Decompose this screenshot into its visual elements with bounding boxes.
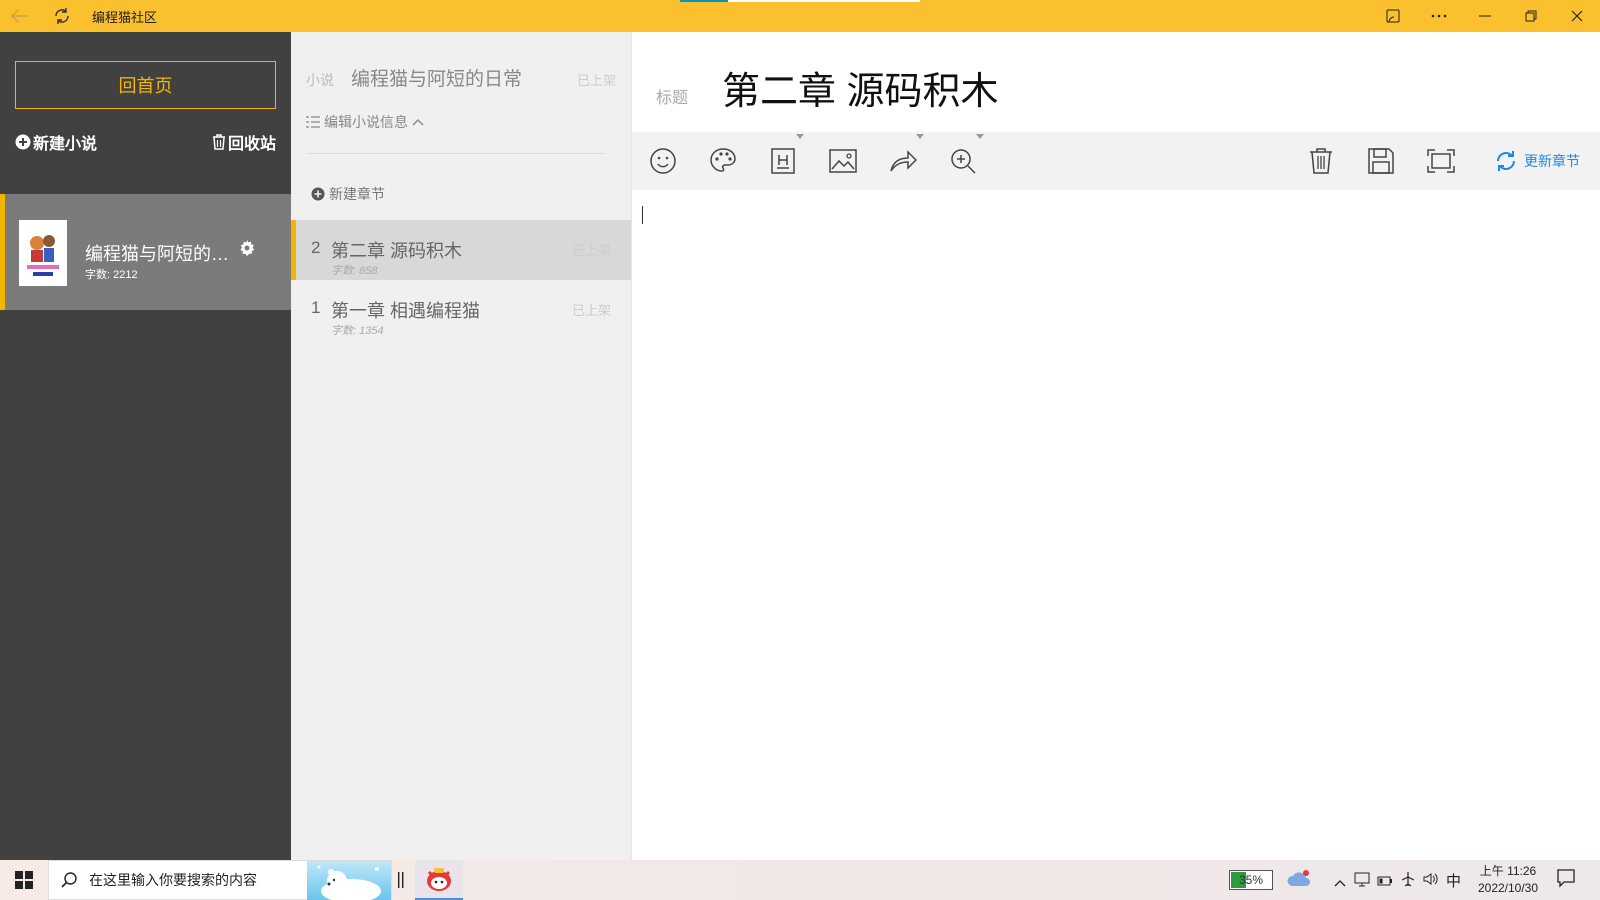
volume-icon[interactable] — [1422, 871, 1438, 892]
clock-date: 2022/10/30 — [1477, 881, 1539, 895]
minimize-icon[interactable] — [1462, 0, 1508, 32]
chapter-number: 1 — [311, 298, 321, 317]
recycle-bin-label: 回收站 — [227, 136, 276, 153]
panel-divider — [306, 153, 606, 154]
taskbar-search-input[interactable]: 在这里输入你要搜索的内容 — [48, 860, 392, 900]
recycle-bin-button[interactable]: 回收站 — [212, 130, 276, 154]
novel-cover-image — [19, 220, 67, 286]
heading-icon[interactable] — [758, 132, 808, 190]
sync-icon — [1497, 151, 1515, 171]
novel-sidebar: 回首页 新建小说 回收站 编程猫与阿短的日常 字数: 2212 — [0, 32, 291, 860]
home-button[interactable]: 回首页 — [15, 61, 276, 109]
novel-status: 已上架 — [576, 73, 616, 88]
restore-icon[interactable] — [1508, 0, 1554, 32]
task-view-icon[interactable] — [398, 872, 404, 893]
weather-cloud-icon[interactable] — [1286, 868, 1312, 895]
cast-icon[interactable] — [1370, 0, 1416, 32]
chevron-up-icon — [412, 119, 424, 126]
edit-novel-info-label: 编辑小说信息 — [324, 114, 408, 130]
chapter-word-count: 字数: 1354 — [331, 325, 384, 337]
chapter-title-input[interactable]: 第二章 源码积木 — [722, 60, 999, 115]
new-novel-button[interactable]: 新建小说 — [15, 130, 97, 154]
notification-icon[interactable] — [1556, 868, 1576, 893]
update-chapter-button[interactable]: 更新章节 — [1494, 132, 1580, 190]
new-chapter-label: 新建章节 — [329, 186, 385, 202]
chevron-up-icon[interactable] — [1334, 874, 1346, 892]
panel-novel-title: 编程猫与阿短的日常 — [351, 69, 523, 90]
palette-icon[interactable] — [698, 132, 748, 190]
plus-circle-icon — [311, 187, 325, 201]
refresh-icon[interactable] — [42, 0, 82, 32]
search-icon — [61, 872, 77, 888]
title-accent-strip — [680, 0, 920, 2]
delete-icon[interactable] — [1296, 132, 1346, 190]
close-icon[interactable] — [1554, 0, 1600, 32]
novel-title: 编程猫与阿短的日常 — [85, 244, 235, 264]
share-icon[interactable] — [878, 132, 928, 190]
battery-percent: 35% — [1238, 873, 1264, 887]
chapter-title: 第一章 相遇编程猫 — [331, 301, 481, 321]
back-arrow-icon[interactable] — [0, 0, 40, 32]
new-chapter-button[interactable]: 新建章节 — [311, 184, 385, 204]
save-icon[interactable] — [1356, 132, 1406, 190]
novel-word-count: 字数: 2212 — [85, 269, 138, 281]
edit-novel-info-toggle[interactable]: 编辑小说信息 — [306, 112, 424, 132]
battery-tray-icon[interactable] — [1377, 873, 1393, 891]
more-icon[interactable] — [1416, 0, 1462, 32]
app-title: 编程猫社区 — [92, 9, 158, 25]
windows-start-icon[interactable] — [0, 860, 48, 900]
chapter-editor: 标题 第二章 源码积木 更新章节 — [631, 32, 1600, 860]
chapter-title: 第二章 源码积木 — [331, 241, 463, 261]
chapter-row[interactable]: 2 第二章 源码积木 字数: 858 已上架 — [291, 220, 631, 280]
chapter-row[interactable]: 1 第一章 相遇编程猫 字数: 1354 已上架 — [291, 280, 631, 340]
ime-indicator[interactable]: 中 — [1446, 870, 1461, 891]
clock[interactable]: 上午 11:26 2022/10/30 — [1472, 863, 1544, 897]
chapter-status: 已上架 — [571, 303, 611, 318]
chapter-content-area[interactable] — [632, 190, 1600, 860]
image-icon[interactable] — [818, 132, 868, 190]
trash-icon — [212, 134, 225, 150]
list-icon — [306, 116, 320, 128]
plus-circle-icon — [15, 134, 31, 150]
novel-label: 小说 — [306, 72, 334, 88]
search-highlight-image — [307, 861, 391, 900]
chapter-panel: 小说 编程猫与阿短的日常 已上架 编辑小说信息 新建章节 2 第二章 源码积木 … — [291, 32, 631, 860]
novel-list-item[interactable]: 编程猫与阿短的日常 字数: 2212 — [0, 194, 291, 310]
editor-toolbar: 更新章节 — [632, 132, 1600, 190]
fullscreen-icon[interactable] — [1416, 132, 1466, 190]
chapter-status: 已上架 — [571, 243, 611, 258]
airplane-icon[interactable] — [1400, 871, 1416, 892]
battery-indicator[interactable]: 35% — [1229, 870, 1273, 890]
chapter-number: 2 — [311, 238, 321, 257]
emoji-icon[interactable] — [638, 132, 688, 190]
zoom-in-icon[interactable] — [938, 132, 988, 190]
clock-time: 上午 11:26 — [1479, 864, 1537, 878]
taskbar: 在这里输入你要搜索的内容 35% 中 上午 11:26 2022/10/30 — [0, 860, 1600, 900]
search-placeholder: 在这里输入你要搜索的内容 — [89, 872, 257, 888]
update-chapter-label: 更新章节 — [1524, 153, 1580, 169]
chapter-word-count: 字数: 858 — [331, 265, 378, 277]
title-label: 标题 — [656, 90, 689, 107]
taskbar-app-bcm-icon[interactable] — [415, 860, 463, 900]
new-novel-label: 新建小说 — [33, 136, 98, 153]
gear-icon[interactable] — [239, 240, 255, 261]
title-bar: 编程猫社区 — [0, 0, 1600, 32]
network-icon[interactable] — [1354, 871, 1370, 892]
